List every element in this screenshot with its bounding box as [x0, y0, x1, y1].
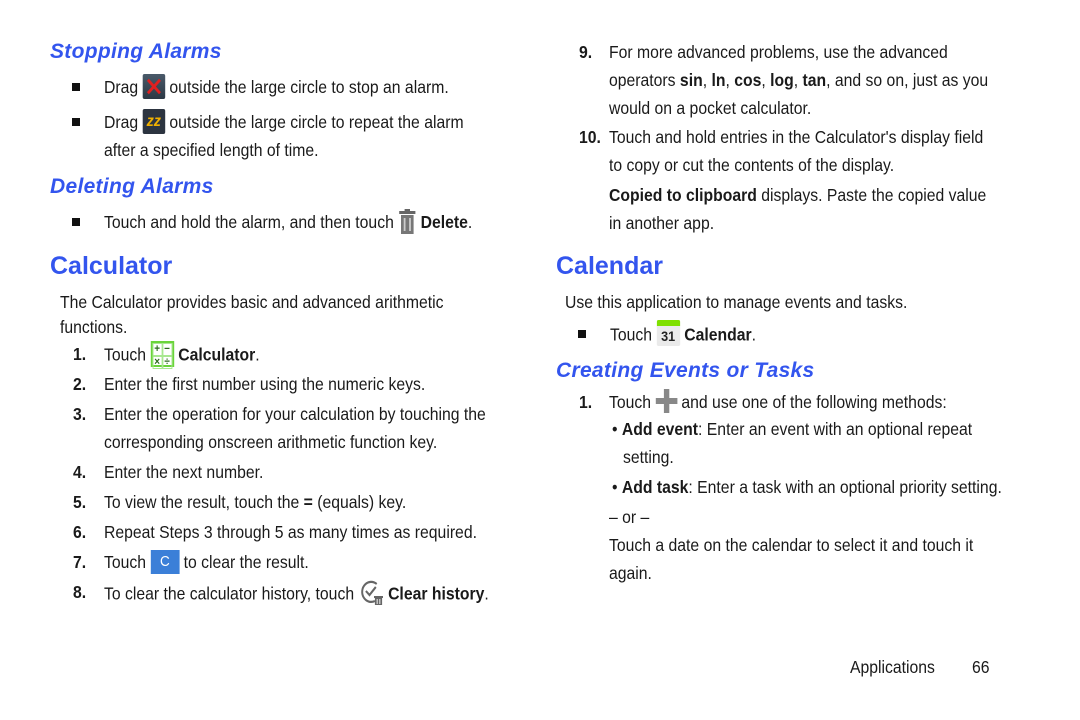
calculator-step-7: Touch C to clear the result. [104, 550, 309, 575]
calendar-alt-1: Touch a date on the calendar to select i… [609, 535, 974, 555]
bold-text: Calculator [178, 344, 256, 365]
step-number: 3. [73, 404, 87, 424]
trash-icon [398, 209, 416, 234]
bold-text: = [303, 492, 313, 512]
bullet-add-event: • Add event: Enter an event with an opti… [612, 419, 973, 439]
bold-text: Clear history [388, 583, 485, 604]
bullet-square [72, 83, 80, 91]
bold-text: Add task [621, 477, 689, 497]
text: Touch [104, 344, 147, 365]
step-9-line-2: operators sin, ln, cos, log, tan, and so… [609, 70, 989, 90]
text: . [484, 583, 489, 604]
page-number: 66 [972, 657, 990, 677]
text: Touch and hold the alarm, and then touch [104, 212, 394, 233]
text: Drag [104, 77, 139, 98]
step-number: 1. [73, 344, 87, 364]
step-10-line-3: Copied to clipboard displays. Paste the … [609, 184, 986, 206]
stopping-alarms-heading: Stopping Alarms [50, 40, 222, 63]
bullet-square [72, 218, 80, 226]
calculator-step-3-cont: corresponding onscreen arithmetic functi… [104, 432, 438, 452]
plus-icon [655, 389, 678, 414]
calendar-intro: Use this application to manage events an… [565, 292, 908, 312]
deleting-item: Touch and hold the alarm, and then touch… [104, 209, 473, 236]
calculator-intro-1: The Calculator provides basic and advanc… [60, 292, 444, 312]
calendar-icon-label: 31 [661, 328, 676, 344]
text: . [751, 324, 756, 345]
step-number: 8. [73, 582, 87, 602]
step-number: 5. [73, 492, 87, 512]
bold-text: Calendar [684, 324, 752, 345]
text: To view the result, touch the [104, 492, 300, 512]
text: . [255, 344, 260, 365]
calculator-step-4: Enter the next number. [104, 462, 264, 482]
text: Touch [104, 552, 147, 572]
text: and use one of the following methods: [681, 392, 947, 412]
calculator-step-3: Enter the operation for your calculation… [104, 404, 486, 424]
op-sin: sin [679, 70, 703, 90]
step-10-line-1: Touch and hold entries in the Calculator… [609, 127, 984, 147]
bold-text: Copied to clipboard [609, 185, 757, 205]
calculator-step-5: To view the result, touch the = (equals)… [104, 491, 406, 513]
step-number: 6. [73, 522, 87, 542]
clear-history-icon [358, 578, 383, 606]
step-10-line-2: to copy or cut the contents of the displ… [609, 155, 895, 175]
text: operators [609, 70, 676, 90]
text: Touch [610, 324, 653, 345]
calendar-icon: 31 [656, 320, 680, 346]
bullet-add-event-cont: setting. [623, 447, 674, 467]
text: To clear the calculator history, touch [104, 583, 355, 604]
or-separator: – or – [609, 507, 650, 527]
bullet-square [72, 118, 80, 126]
stopping-item-2-cont: after a specified length of time. [104, 140, 319, 160]
calendar-item: Touch 31 Calendar. [610, 320, 756, 349]
step-number: 4. [73, 462, 87, 482]
bold-text: Add event [621, 419, 699, 439]
calculator-step-1: Touch + − × ÷ Calculator. [104, 341, 260, 369]
dismiss-x-icon [142, 74, 166, 99]
op-ln: ln [711, 70, 726, 90]
text: (equals) key. [317, 492, 407, 512]
calendar-alt-2: again. [609, 563, 652, 583]
calculator-heading: Calculator [50, 252, 173, 280]
stopping-item-2: Drag zz outside the large circle to repe… [104, 109, 464, 136]
calendar-step-1: Touch and use one of the following metho… [609, 389, 947, 415]
text: outside the large circle to stop an alar… [169, 77, 449, 98]
step-9-line-3: would on a pocket calculator. [609, 98, 812, 118]
calculator-icon: + − × ÷ [150, 341, 174, 369]
deleting-alarms-heading: Deleting Alarms [50, 175, 214, 198]
text: . [467, 212, 473, 233]
bold-text: Delete [420, 212, 468, 233]
text: Drag [104, 112, 139, 133]
bullet-square [578, 330, 586, 338]
step-number: 1. [579, 392, 593, 412]
text: , and so on, just as you [826, 70, 989, 90]
step-10-line-4: in another app. [609, 213, 715, 233]
calculator-step-2: Enter the first number using the numeric… [104, 374, 426, 394]
op-cos: cos [734, 70, 762, 90]
text: : Enter a task with an optional priority… [688, 477, 1002, 497]
calendar-heading: Calendar [556, 252, 663, 280]
calculator-intro-2: functions. [60, 317, 128, 337]
step-number: 2. [73, 374, 87, 394]
calculator-step-8: To clear the calculator history, touch C… [104, 578, 489, 609]
calculator-step-6: Repeat Steps 3 through 5 as many times a… [104, 522, 477, 542]
step-number: 7. [73, 552, 87, 572]
text: outside the large circle to repeat the a… [169, 112, 464, 133]
step-number: 10. [579, 127, 601, 147]
step-9-line-1: For more advanced problems, use the adva… [609, 42, 948, 62]
stopping-item-1: Drag outside the large circle to stop an… [104, 74, 449, 101]
footer-section: Applications [850, 657, 935, 677]
clear-c-icon: C [150, 550, 180, 575]
snooze-zz-icon: zz [142, 109, 166, 134]
step-number: 9. [579, 42, 593, 62]
op-tan: tan [802, 70, 827, 90]
text: Touch [609, 392, 652, 412]
creating-events-heading: Creating Events or Tasks [556, 359, 815, 382]
text: displays. Paste the copied value [761, 185, 987, 205]
text: : Enter an event with an optional repeat [698, 419, 973, 439]
bullet-add-task: • Add task: Enter a task with an optiona… [612, 477, 1002, 497]
text: to clear the result. [183, 552, 309, 572]
op-log: log [770, 70, 794, 90]
